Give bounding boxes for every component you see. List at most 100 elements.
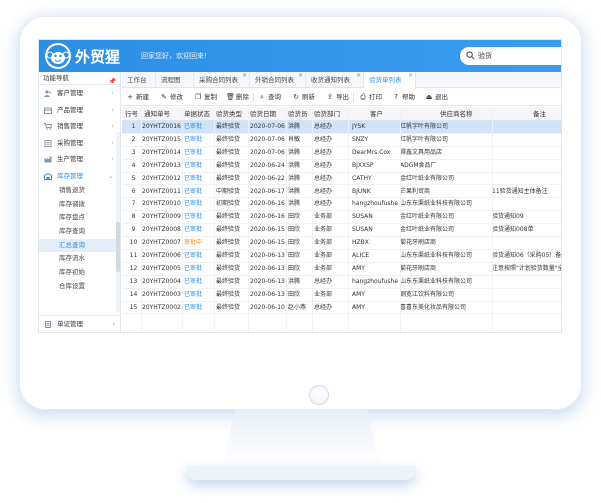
table-row[interactable]: 6 20YHTZ0011 已审批 中期验货 2020-06-17 洪腾 总经办 BJUNK 芒果… [122, 186, 561, 199]
query-button[interactable]: ⌕ 查询 [258, 89, 281, 106]
table-cell: 洪腾 [288, 161, 301, 169]
column-header[interactable]: 单据状态 [184, 107, 214, 121]
table-row[interactable]: 15 20YHTZ0002 已审批 最终验货 2020-06-10 赵小燕 总经办 AMY 喜喜… [122, 302, 561, 315]
column-header[interactable]: 行号 [125, 107, 141, 121]
refresh-button[interactable]: ↻ 刷新 [292, 89, 315, 106]
table-cell: SUSAN [352, 213, 373, 221]
sidebar-item-production[interactable]: 生产管理 › [39, 151, 120, 168]
table-cell [492, 198, 561, 211]
table-row[interactable]: 1 20YHTZ0016 已审批 最终验货 2020-07-06 洪腾 总经办 JYSK 红帆字… [122, 121, 561, 134]
search-box[interactable] [460, 47, 561, 65]
sidebar-item-purchasing[interactable]: 采购管理 › [39, 135, 120, 152]
close-icon[interactable]: × [242, 68, 247, 84]
trash-icon: 🗑 [226, 93, 235, 101]
column-divider [182, 107, 183, 332]
delete-button[interactable]: 🗑删除 [226, 89, 249, 106]
table-cell: 山东东渠纸业科技有限公司 [400, 277, 473, 285]
table-cell: 业务部 [314, 213, 333, 221]
table-cell: 山东东渠纸业科技有限公司 [400, 200, 473, 208]
table-cell: 总经办 [314, 277, 333, 285]
status-badge: 已审批 [184, 187, 203, 195]
table-cell [492, 147, 561, 160]
sidebar-subitem-stock-query[interactable]: 库存查询 [39, 225, 120, 239]
exit-button[interactable]: ⏏ 退出 [425, 89, 448, 106]
table-cell: 总经办 [314, 187, 333, 195]
close-icon[interactable]: × [408, 68, 413, 84]
table-cell: 洪腾 [288, 187, 301, 195]
chevron-right-icon: › [111, 155, 114, 163]
table-row[interactable]: 13 20YHTZ0004 已审批 最终验货 2020-06-13 洪腾 总经办 hangzh… [122, 276, 561, 289]
factory-icon [44, 156, 52, 163]
search-input[interactable] [478, 49, 558, 63]
tab-inspection-list[interactable]: 验货单列表 × [364, 72, 416, 88]
sidebar-item-documents[interactable]: 单证管理 › [39, 316, 121, 332]
tab-sales-contracts[interactable]: 外销合同列表 × [250, 72, 306, 88]
table-cell: 3 [131, 148, 136, 156]
welcome-text: 回家您好，欢迎回来! [141, 52, 207, 60]
table-row[interactable]: 4 20YHTZ0013 已审批 最终验货 2020-06-24 洪腾 总经办 BJXXSP A… [122, 160, 561, 173]
status-badge: 已审批 [184, 123, 203, 130]
column-header[interactable]: 验货日期 [250, 107, 286, 121]
table-cell: 业务部 [314, 252, 333, 259]
column-header[interactable]: 客户 [370, 107, 400, 121]
table-row[interactable]: 8 20YHTZ0009 已审批 最终验货 2020-06-16 田欣 业务部 SUSAN 金红… [122, 211, 561, 225]
table-row[interactable]: 7 20YHTZ0010 已审批 初期验货 2020-06-16 洪腾 总经办 hangzho… [122, 198, 561, 212]
help-button[interactable]: ? 帮助 [392, 89, 415, 106]
tab-flowchart[interactable]: 流程图 [156, 72, 194, 88]
table-row[interactable]: 2 20YHTZ0015 已审批 最终验货 2020-07-06 肖敏 总经办 SNZY 红帆字… [122, 134, 561, 147]
sidebar-item-inventory[interactable]: 库存管理 ⌄ [39, 168, 120, 185]
tab-workbench[interactable]: 工作台 [122, 72, 156, 88]
scrollbar-thumb[interactable] [116, 222, 120, 272]
close-icon[interactable]: × [356, 68, 361, 84]
sidebar-subitem-summary-query[interactable]: 汇总查询 [39, 238, 120, 253]
print-button[interactable]: ⎙ 打印 [359, 89, 382, 106]
table-row[interactable]: 10 20YHTZ0007 审批中 最终验货 2020-06-15 田欣 业务部 HZBX 菊花… [122, 237, 561, 250]
table-row[interactable]: 14 20YHTZ0003 已审批 最终验货 2020-06-13 田欣 业务部 AMY 钢宽江… [122, 289, 561, 302]
tab-label: 外销合同列表 [255, 76, 294, 84]
table-row[interactable]: 5 20YHTZ0012 已审批 最终验货 2020-06-22 洪腾 总经办 CATHY 金红… [122, 173, 561, 186]
table-cell: 20YHTZ0011 [142, 187, 181, 195]
sidebar-subitem-sales-return[interactable]: 销售退货 [39, 184, 120, 198]
column-header[interactable]: 验货类型 [216, 107, 248, 121]
table-row[interactable]: 3 20YHTZ0014 已审批 最终验货 2020-07-06 洪腾 总经办 DearMrs… [122, 147, 561, 160]
tab-receiving-notices[interactable]: 收货通知列表 × [306, 72, 364, 88]
help-icon: ? [394, 93, 398, 101]
sidebar-item-products[interactable]: 产品管理 › [39, 102, 120, 119]
close-icon[interactable]: × [298, 68, 303, 84]
table-row[interactable]: 9 20YHTZ0008 已审批 最终验货 2020-06-15 田欣 业务部 SUSAN 金红… [122, 224, 561, 238]
sidebar-item-label: 库存管理 [57, 171, 83, 180]
table-cell: SNZY [352, 135, 369, 143]
export-button[interactable]: ⇪ 导出 [326, 89, 349, 106]
sidebar-subitem-warehouse-settings[interactable]: 仓库设置 [39, 280, 120, 294]
sidebar-subitem-stock-init[interactable]: 库存初始 [39, 266, 120, 280]
edit-button[interactable]: ✎ 修改 [160, 89, 183, 106]
column-header[interactable]: 验货部门 [314, 107, 346, 121]
table-row[interactable]: 11 20YHTZ0006 已审批 最终验货 2020-06-13 田欣 业务部 ALICE 山… [122, 250, 561, 263]
status-badge: 已审批 [184, 303, 203, 311]
new-button[interactable]: + 新建 [126, 89, 149, 106]
sidebar-item-customers[interactable]: 客户管理 › [39, 85, 120, 102]
table-cell [492, 237, 561, 250]
table-cell: 2020-07-06 [250, 123, 285, 130]
copy-label: 复制 [204, 93, 217, 101]
sidebar-item-sales[interactable]: 销售管理 › [39, 118, 120, 135]
table-cell: 业务部 [314, 239, 333, 247]
sidebar-subitem-stock-flow[interactable]: 库存流水 [39, 252, 120, 266]
copy-button[interactable]: ❐ 复制 [194, 89, 217, 106]
column-header[interactable]: 供应商名称 [440, 107, 484, 121]
table-cell: 最终验货 [216, 135, 241, 143]
sidebar-subitem-stock-transfer[interactable]: 库存调拨 [39, 198, 120, 212]
column-header[interactable]: 备注 [533, 107, 561, 121]
table-cell: 20YHTZ0014 [142, 148, 181, 156]
column-divider [141, 107, 142, 332]
sidebar-scrollbar[interactable] [116, 132, 120, 312]
table-cell: 中期验货 [216, 187, 241, 195]
column-header[interactable]: 通知单号 [144, 107, 182, 121]
refresh-label: 刷新 [302, 93, 315, 101]
column-header[interactable]: 验货员 [288, 107, 312, 121]
table-row[interactable]: 12 20YHTZ0005 已审批 最终验货 2020-06-13 田欣 业务部 AMY 菊花牙… [122, 263, 561, 276]
tab-purchase-contracts[interactable]: 采购合同列表 × [194, 72, 250, 88]
power-button[interactable] [309, 385, 329, 405]
sidebar-subitem-stock-count[interactable]: 库存盘点 [39, 211, 120, 225]
status-badge: 已审批 [184, 213, 203, 221]
